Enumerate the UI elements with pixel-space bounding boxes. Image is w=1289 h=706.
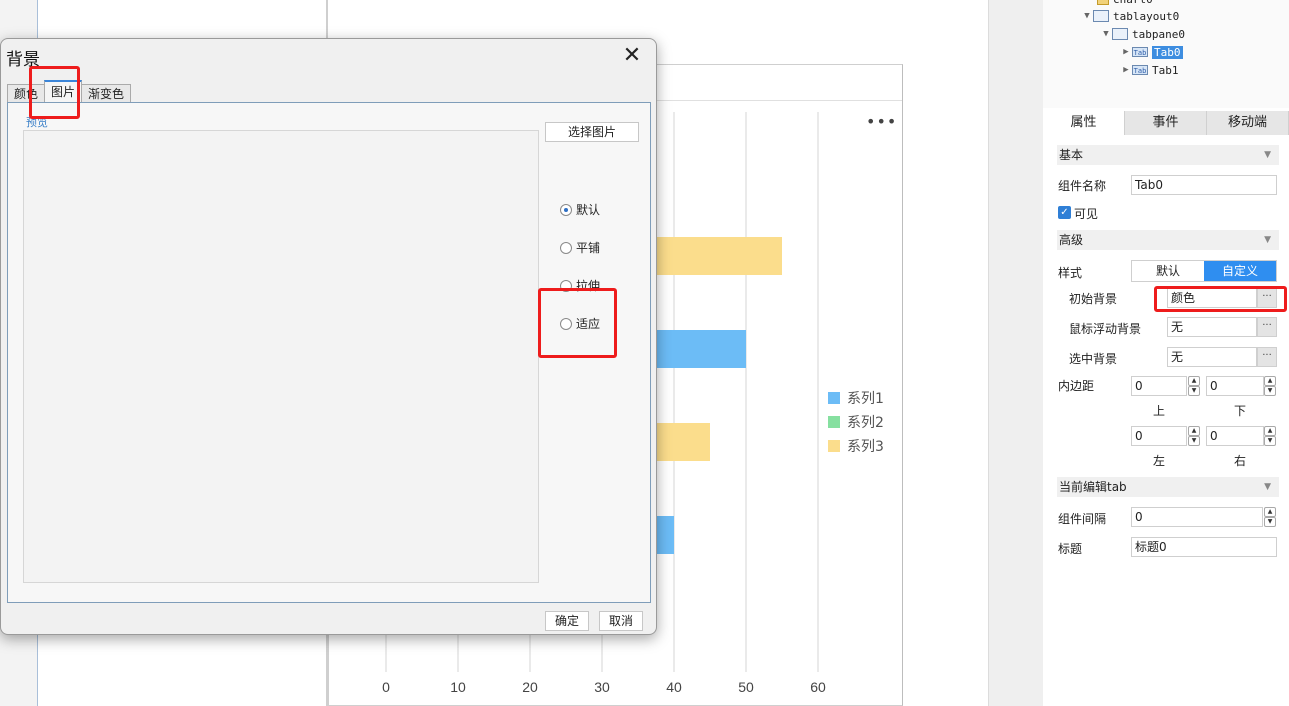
radio-tile[interactable]: 平铺 xyxy=(560,239,600,256)
x-tick-label: 40 xyxy=(666,679,682,695)
chevron-down-icon: ▼ xyxy=(1264,482,1271,492)
title-label: 标题 xyxy=(1058,542,1083,556)
title-input[interactable]: 标题0 xyxy=(1131,537,1277,557)
section-current-tab[interactable]: 当前编辑tab ▼ xyxy=(1057,477,1279,497)
component-gap-label: 组件间隔 xyxy=(1058,512,1107,526)
padding-right-stepper[interactable]: ▲ ▼ xyxy=(1264,426,1276,446)
legend-swatch[interactable] xyxy=(828,392,840,404)
component-tree: chart0 ▼ tablayout0 ▼ tabpane0 ▶ Tab Tab… xyxy=(1043,0,1289,108)
dialog-tabs: 颜色 图片 渐变色 xyxy=(7,79,132,103)
radio-stretch[interactable]: 拉伸 xyxy=(560,277,600,294)
tree-item-tablayout0[interactable]: ▼ tablayout0 xyxy=(1081,7,1179,25)
tree-item-tabpane0[interactable]: ▼ tabpane0 xyxy=(1100,25,1185,43)
padding-bottom-stepper[interactable]: ▲ ▼ xyxy=(1264,376,1276,396)
legend-label[interactable]: 系列1 xyxy=(847,391,884,407)
chart-more-icon[interactable]: ••• xyxy=(866,112,897,131)
section-advanced[interactable]: 高级 ▼ xyxy=(1057,230,1279,250)
padding-left-stepper[interactable]: ▲ ▼ xyxy=(1188,426,1200,446)
padding-left-caption: 左 xyxy=(1153,454,1166,468)
chevron-right-icon[interactable]: ▶ xyxy=(1120,47,1132,57)
selected-bg-more-button[interactable]: ··· xyxy=(1257,347,1277,367)
radio-default[interactable]: 默认 xyxy=(560,201,600,218)
legend-label[interactable]: 系列3 xyxy=(847,439,884,455)
legend-label[interactable]: 系列2 xyxy=(847,415,884,431)
section-basic[interactable]: 基本 ▼ xyxy=(1057,145,1279,165)
radio-dot xyxy=(560,241,572,254)
x-tick-label: 0 xyxy=(382,679,390,695)
legend-swatch[interactable] xyxy=(828,440,840,452)
initial-bg-label: 初始背景 xyxy=(1069,292,1118,306)
chevron-down-icon[interactable]: ▼ xyxy=(1100,29,1112,39)
component-name-label: 组件名称 xyxy=(1058,179,1107,193)
padding-bottom-input[interactable]: 0 xyxy=(1206,376,1264,396)
padding-right-input[interactable]: 0 xyxy=(1206,426,1264,446)
component-gap-input[interactable]: 0 xyxy=(1131,507,1263,527)
hover-bg-more-button[interactable]: ··· xyxy=(1257,317,1277,337)
property-tabs: 属性 事件 移动端 xyxy=(1043,111,1289,135)
padding-top-stepper[interactable]: ▲ ▼ xyxy=(1188,376,1200,396)
padding-top-input[interactable]: 0 xyxy=(1131,376,1187,396)
tabpane-icon xyxy=(1112,28,1128,40)
panel-gutter xyxy=(988,0,1043,706)
radio-dot xyxy=(560,279,572,292)
selected-bg-field[interactable]: 无 xyxy=(1167,347,1257,367)
padding-right-caption: 右 xyxy=(1234,454,1247,468)
chevron-down-icon[interactable]: ▼ xyxy=(1081,11,1093,21)
style-custom-option[interactable]: 自定义 xyxy=(1204,261,1276,281)
layout-icon xyxy=(1093,10,1109,22)
visible-checkbox[interactable]: ✓ xyxy=(1058,206,1071,219)
tab-icon: Tab xyxy=(1132,47,1148,57)
cancel-button[interactable]: 取消 xyxy=(599,611,643,631)
chevron-down-icon: ▼ xyxy=(1264,150,1271,160)
initial-bg-field[interactable]: 颜色 xyxy=(1167,288,1257,308)
x-tick-label: 30 xyxy=(594,679,610,695)
image-preview xyxy=(23,130,539,583)
property-panel: 基本 ▼ 组件名称 Tab0 ✓ 可见 高级 ▼ 样式 默认 自定义 初始背景 … xyxy=(1043,135,1289,706)
tab-events[interactable]: 事件 xyxy=(1125,111,1207,135)
legend-swatch[interactable] xyxy=(828,416,840,428)
x-tick-label: 10 xyxy=(450,679,466,695)
ok-button[interactable]: 确定 xyxy=(545,611,589,631)
tree-item-tab1[interactable]: ▶ Tab Tab1 xyxy=(1120,61,1178,79)
tab-properties[interactable]: 属性 xyxy=(1043,111,1125,135)
chart-icon xyxy=(1097,0,1109,5)
visible-label: 可见 xyxy=(1074,207,1099,221)
component-gap-stepper[interactable]: ▲ ▼ xyxy=(1264,507,1276,527)
tab-color[interactable]: 颜色 xyxy=(7,84,46,103)
dialog-title: 背景 xyxy=(6,50,40,70)
background-dialog: 背景 ✕ 颜色 图片 渐变色 预览 选择图片 默认 平铺 拉伸 适应 确定 取消 xyxy=(0,38,657,635)
tab-mobile[interactable]: 移动端 xyxy=(1207,111,1289,135)
component-name-input[interactable]: Tab0 xyxy=(1131,175,1277,195)
initial-bg-more-button[interactable]: ··· xyxy=(1257,288,1277,308)
padding-bottom-caption: 下 xyxy=(1234,404,1247,418)
x-tick-label: 20 xyxy=(522,679,538,695)
preview-label: 预览 xyxy=(25,114,49,130)
radio-fit[interactable]: 适应 xyxy=(560,315,600,332)
hover-bg-label: 鼠标浮动背景 xyxy=(1069,322,1142,336)
tab-image[interactable]: 图片 xyxy=(44,80,83,103)
style-toggle: 默认 自定义 xyxy=(1131,260,1277,282)
padding-label: 内边距 xyxy=(1058,379,1095,393)
hover-bg-field[interactable]: 无 xyxy=(1167,317,1257,337)
tab-gradient[interactable]: 渐变色 xyxy=(81,84,132,103)
chevron-right-icon[interactable]: ▶ xyxy=(1120,65,1132,75)
chevron-down-icon: ▼ xyxy=(1264,235,1271,245)
radio-dot xyxy=(560,317,572,330)
radio-dot xyxy=(560,203,572,216)
style-default-option[interactable]: 默认 xyxy=(1132,261,1204,281)
style-label: 样式 xyxy=(1058,266,1083,280)
padding-top-caption: 上 xyxy=(1153,404,1166,418)
selected-bg-label: 选中背景 xyxy=(1069,352,1118,366)
select-image-button[interactable]: 选择图片 xyxy=(545,122,639,142)
x-tick-label: 50 xyxy=(738,679,754,695)
padding-left-input[interactable]: 0 xyxy=(1131,426,1187,446)
x-tick-label: 60 xyxy=(810,679,826,695)
tree-item-tab0[interactable]: ▶ Tab Tab0 xyxy=(1120,43,1183,61)
close-icon[interactable]: ✕ xyxy=(620,43,644,68)
tab-icon: Tab xyxy=(1132,65,1148,75)
